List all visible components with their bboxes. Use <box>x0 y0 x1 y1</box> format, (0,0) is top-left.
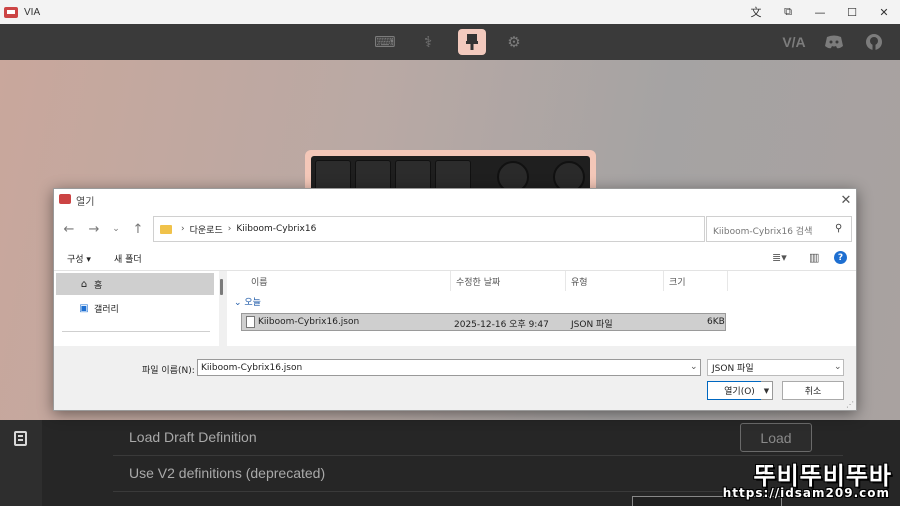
help-icon[interactable]: ? <box>834 251 847 264</box>
stethoscope-icon[interactable]: ⚕ <box>415 30 441 54</box>
column-type[interactable]: 유형 <box>566 271 664 291</box>
filename-input[interactable]: Kiiboom-Cybrix16.json <box>197 359 701 376</box>
recent-dropdown-icon[interactable]: ⌄ <box>107 220 125 238</box>
scrollbar-thumb[interactable] <box>220 279 223 295</box>
file-row[interactable]: Kiiboom-Cybrix16.json 2025-12-16 오후 9:47… <box>241 313 726 331</box>
dialog-footer: 파일 이름(N): Kiiboom-Cybrix16.json ⌄ JSON 파… <box>54 346 856 410</box>
dialog-toolbar: 구성 ▾ 새 폴더 ≣▾ ▥ ? <box>54 247 856 271</box>
v2-definitions-label: Use V2 definitions (deprecated) <box>129 465 326 481</box>
dialog-navbar: ← → ⌄ ↑ › 다운로드 › Kiiboom-Cybrix16 ⌄ ↻ Ki… <box>54 211 856 247</box>
column-size[interactable]: 크기 <box>664 271 728 291</box>
extension-icon[interactable]: ⧉ <box>772 0 804 24</box>
window-title: VIA <box>24 6 41 18</box>
preview-pane-icon[interactable]: ▥ <box>809 251 819 264</box>
keyboard-icon[interactable]: ⌨ <box>372 30 398 54</box>
open-dropdown-icon[interactable]: ▼ <box>761 381 773 400</box>
brush-glyph <box>466 34 478 50</box>
file-type: JSON 파일 <box>571 320 613 330</box>
nav-item-home[interactable]: ⌂ 홈 <box>56 273 214 295</box>
view-options-icon[interactable]: ≣▾ <box>772 251 787 264</box>
maximize-icon[interactable]: ☐ <box>836 0 868 24</box>
new-folder-button[interactable]: 새 폴더 <box>114 252 142 265</box>
dialog-title: 열기 <box>76 197 95 208</box>
folder-icon <box>160 224 172 234</box>
open-file-dialog: 열기 ✕ ← → ⌄ ↑ › 다운로드 › Kiiboom-Cybrix16 ⌄… <box>53 188 857 411</box>
chevron-down-icon: ⌄ <box>234 298 245 308</box>
file-modified: 2025-12-16 오후 9:47 <box>454 320 549 330</box>
organize-button[interactable]: 구성 ▾ <box>67 252 91 265</box>
back-icon[interactable]: ← <box>60 220 78 238</box>
filename-label: 파일 이름(N): <box>142 366 195 376</box>
window-titlebar: VIA 文 ⧉ — ☐ ✕ <box>0 0 900 24</box>
search-icon[interactable]: ⚲ <box>835 223 842 234</box>
column-name[interactable]: 이름 <box>227 271 451 291</box>
via-logo[interactable]: V/A <box>779 32 809 52</box>
file-list: 이름 수정한 날짜 유형 크기 ⌄ 오늘 Kiiboom-Cybrix16.js… <box>227 271 856 346</box>
file-name: Kiiboom-Cybrix16.json <box>258 317 360 327</box>
search-input[interactable]: Kiiboom-Cybrix16 검색 ⚲ <box>706 216 852 242</box>
chevron-right-icon: › <box>227 224 232 234</box>
filetype-select[interactable]: JSON 파일 <box>707 359 844 376</box>
side-strip <box>0 420 42 506</box>
github-icon[interactable] <box>864 32 884 52</box>
watermark: 뚜비뚜비뚜바 https://idsam209.com <box>712 452 900 506</box>
load-draft-label: Load Draft Definition <box>129 429 257 445</box>
brush-icon[interactable] <box>458 29 486 55</box>
up-icon[interactable]: ↑ <box>129 220 147 238</box>
watermark-url: https://idsam209.com <box>722 486 890 500</box>
discord-glyph <box>825 35 843 49</box>
nav-item-gallery[interactable]: ▣ 갤러리 <box>56 297 214 319</box>
translate-icon[interactable]: 文 <box>740 0 772 24</box>
home-icon: ⌂ <box>80 278 88 290</box>
document-icon[interactable] <box>14 431 27 446</box>
chevron-down-icon[interactable]: ⌄ <box>690 362 698 372</box>
via-app-icon <box>4 6 18 18</box>
app-topnav: ⌨ ⚕ ⚙ V/A <box>0 24 900 60</box>
close-icon[interactable]: ✕ <box>868 0 900 24</box>
dialog-titlebar: 열기 ✕ <box>54 189 856 211</box>
nav-item-label: 갤러리 <box>94 304 119 315</box>
via-app-icon <box>59 194 71 204</box>
gallery-icon: ▣ <box>79 302 89 314</box>
discord-icon[interactable] <box>823 32 845 52</box>
chevron-down-icon[interactable]: ⌄ <box>834 362 842 372</box>
load-draft-row: Load Draft Definition <box>113 420 843 456</box>
divider <box>62 331 210 332</box>
load-button[interactable]: Load <box>740 423 812 452</box>
chevron-right-icon: › <box>181 224 185 234</box>
group-today[interactable]: ⌄ 오늘 <box>234 295 261 308</box>
close-icon[interactable]: ✕ <box>838 191 854 209</box>
minimize-icon[interactable]: — <box>804 0 836 24</box>
navigation-pane: ⌂ 홈 ▣ 갤러리 <box>54 271 219 346</box>
search-placeholder: Kiiboom-Cybrix16 검색 <box>713 227 813 237</box>
github-glyph <box>866 34 882 50</box>
gear-icon[interactable]: ⚙ <box>501 30 527 54</box>
group-label: 오늘 <box>244 298 261 308</box>
address-bar[interactable]: › 다운로드 › Kiiboom-Cybrix16 ⌄ ↻ <box>153 216 790 242</box>
forward-icon[interactable]: → <box>85 220 103 238</box>
breadcrumb-folder[interactable]: Kiiboom-Cybrix16 <box>236 224 316 234</box>
breadcrumb-downloads[interactable]: 다운로드 <box>190 223 223 236</box>
resize-grip-icon[interactable]: ⋰ <box>846 400 854 409</box>
cancel-button[interactable]: 취소 <box>782 381 844 400</box>
column-modified[interactable]: 수정한 날짜 <box>451 271 566 291</box>
file-icon <box>246 316 255 328</box>
nav-item-label: 홈 <box>94 280 103 291</box>
file-size: 6KB <box>707 317 725 327</box>
